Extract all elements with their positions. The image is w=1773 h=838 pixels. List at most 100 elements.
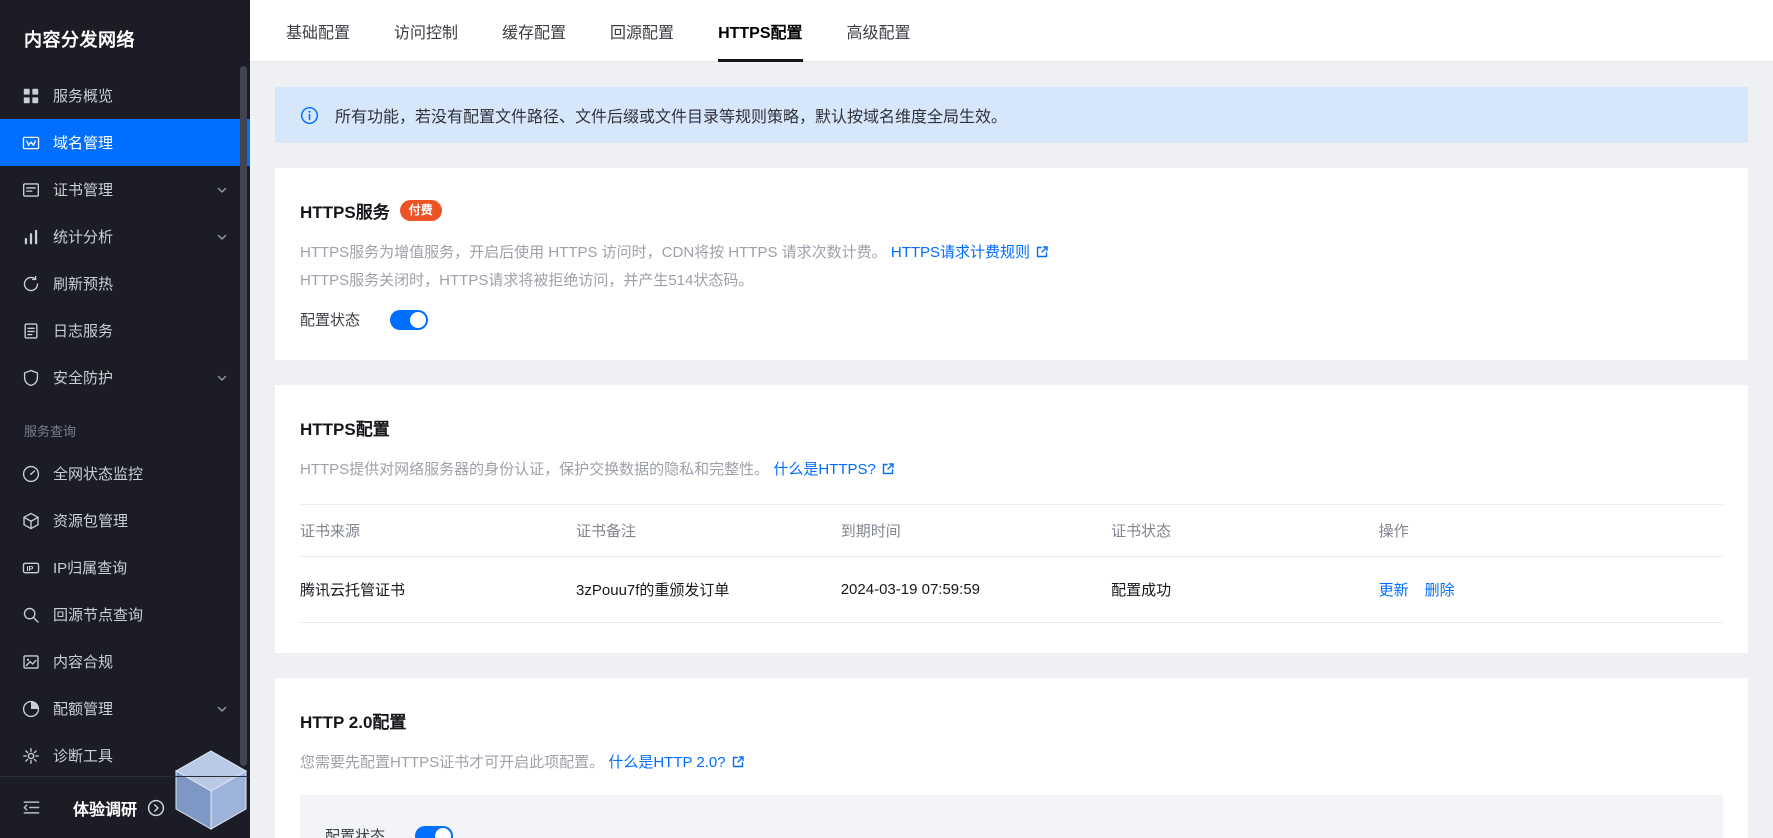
main-area: 基础配置 访问控制 缓存配置 回源配置 HTTPS配置 高级配置 所有功能，若没… <box>250 0 1773 838</box>
chevron-down-icon <box>216 231 228 243</box>
sidebar-item-resource-package[interactable]: 资源包管理 <box>0 497 250 544</box>
https-config-description: HTTPS提供对网络服务器的身份认证，保护交换数据的隐私和完整性。 什么是HTT… <box>300 457 1723 482</box>
tab-access-control[interactable]: 访问控制 <box>372 0 480 61</box>
cell-cert-remark: 3zPouu7f的重颁发订单 <box>576 557 841 623</box>
http2-status-panel: 配置状态 <box>300 795 1723 838</box>
sidebar-item-label: 域名管理 <box>53 132 113 153</box>
product-title: 内容分发网络 <box>0 0 250 72</box>
external-link-icon <box>1035 245 1049 259</box>
sidebar-item-label: 配额管理 <box>53 698 113 719</box>
cube-icon <box>22 512 40 530</box>
sidebar-item-network-status[interactable]: 全网状态监控 <box>0 450 250 497</box>
collapse-sidebar-icon[interactable] <box>22 798 41 817</box>
document-icon <box>22 322 40 340</box>
circle-arrow-icon <box>147 799 165 817</box>
sidebar-item-quota-management[interactable]: 配额管理 <box>0 685 250 732</box>
sidebar-nav: 服务概览 域名管理 证书管理 <box>0 72 250 779</box>
sidebar-item-diagnostic-tools[interactable]: 诊断工具 <box>0 732 250 779</box>
certificate-table: 证书来源 证书备注 到期时间 证书状态 操作 腾讯云托管证书 3zPouu7f的… <box>300 504 1723 623</box>
ip-icon: IP <box>22 559 40 577</box>
card-title: HTTPS服务 <box>300 198 390 223</box>
domain-icon <box>22 134 40 152</box>
sidebar-item-label: 日志服务 <box>53 320 113 341</box>
tab-basic-config[interactable]: 基础配置 <box>264 0 372 61</box>
table-header-cert-source: 证书来源 <box>300 505 576 557</box>
https-config-card: HTTPS配置 HTTPS提供对网络服务器的身份认证，保护交换数据的隐私和完整性… <box>275 385 1748 653</box>
sidebar-item-statistics[interactable]: 统计分析 <box>0 213 250 260</box>
table-header-expire-time: 到期时间 <box>841 505 1111 557</box>
desc-text: HTTPS服务为增值服务，开启后使用 HTTPS 访问时，CDN将按 HTTPS… <box>300 244 887 261</box>
sidebar-item-log-service[interactable]: 日志服务 <box>0 307 250 354</box>
update-link[interactable]: 更新 <box>1379 579 1409 600</box>
pie-chart-icon <box>22 700 40 718</box>
table-header-row: 证书来源 证书备注 到期时间 证书状态 操作 <box>300 505 1723 557</box>
sidebar-item-label: 刷新预热 <box>53 273 113 294</box>
grid-icon <box>22 87 40 105</box>
sidebar-item-label: 统计分析 <box>53 226 113 247</box>
sidebar-item-label: 安全防护 <box>53 367 113 388</box>
paid-badge: 付费 <box>400 200 442 221</box>
sidebar-item-certificate-management[interactable]: 证书管理 <box>0 166 250 213</box>
service-description-line1: HTTPS服务为增值服务，开启后使用 HTTPS 访问时，CDN将按 HTTPS… <box>300 240 1723 265</box>
tab-origin-config[interactable]: 回源配置 <box>588 0 696 61</box>
certificate-icon <box>22 181 40 199</box>
tab-advanced-config[interactable]: 高级配置 <box>825 0 933 61</box>
tab-label: HTTPS配置 <box>718 19 802 43</box>
delete-link[interactable]: 删除 <box>1425 579 1455 600</box>
svg-text:IP: IP <box>27 564 34 573</box>
sidebar-item-domain-management[interactable]: 域名管理 <box>0 119 250 166</box>
billing-rules-link[interactable]: HTTPS请求计费规则 <box>891 244 1030 261</box>
tab-https-config[interactable]: HTTPS配置 <box>696 0 824 61</box>
what-is-https-link[interactable]: 什么是HTTPS? <box>773 461 876 478</box>
gear-icon <box>22 747 40 765</box>
service-description-line2: HTTPS服务关闭时，HTTPS请求将被拒绝访问，并产生514状态码。 <box>300 268 1723 293</box>
http2-description: 您需要先配置HTTPS证书才可开启此项配置。 什么是HTTP 2.0? <box>300 750 1723 775</box>
magnifier-icon <box>22 606 40 624</box>
config-tabbar: 基础配置 访问控制 缓存配置 回源配置 HTTPS配置 高级配置 <box>250 0 1773 62</box>
tab-label: 缓存配置 <box>502 19 566 43</box>
https-service-toggle[interactable] <box>390 310 428 330</box>
sidebar-item-origin-node-lookup[interactable]: 回源节点查询 <box>0 591 250 638</box>
sidebar-item-content-compliance[interactable]: 内容合规 <box>0 638 250 685</box>
sidebar-item-label: 服务概览 <box>53 85 113 106</box>
chevron-down-icon <box>216 703 228 715</box>
status-label: 配置状态 <box>325 825 385 838</box>
desc-text: HTTPS提供对网络服务器的身份认证，保护交换数据的隐私和完整性。 <box>300 461 769 478</box>
sidebar-item-label: 证书管理 <box>53 179 113 200</box>
info-banner: 所有功能，若没有配置文件路径、文件后缀或文件目录等规则策略，默认按域名维度全局生… <box>275 87 1748 143</box>
cell-cert-status: 配置成功 <box>1111 557 1379 623</box>
tab-cache-config[interactable]: 缓存配置 <box>480 0 588 61</box>
desc-text: 您需要先配置HTTPS证书才可开启此项配置。 <box>300 754 604 771</box>
tab-label: 访问控制 <box>394 19 458 43</box>
sidebar-scrollbar[interactable] <box>240 66 247 766</box>
http2-config-card: HTTP 2.0配置 您需要先配置HTTPS证书才可开启此项配置。 什么是HTT… <box>275 678 1748 838</box>
http2-toggle[interactable] <box>415 826 453 838</box>
https-service-card: HTTPS服务 付费 HTTPS服务为增值服务，开启后使用 HTTPS 访问时，… <box>275 168 1748 360</box>
survey-button[interactable]: 体验调研 <box>73 796 165 820</box>
sidebar-item-label: 全网状态监控 <box>53 463 143 484</box>
external-link-icon <box>881 462 895 476</box>
content-area: 所有功能，若没有配置文件路径、文件后缀或文件目录等规则策略，默认按域名维度全局生… <box>250 62 1773 838</box>
sidebar-section-label: 服务查询 <box>0 401 250 450</box>
status-label: 配置状态 <box>300 309 360 330</box>
sidebar-item-ip-lookup[interactable]: IP IP归属查询 <box>0 544 250 591</box>
tab-label: 基础配置 <box>286 19 350 43</box>
sidebar-item-purge-prefetch[interactable]: 刷新预热 <box>0 260 250 307</box>
what-is-http2-link[interactable]: 什么是HTTP 2.0? <box>608 754 725 771</box>
sidebar-footer: 体验调研 <box>0 776 250 838</box>
sidebar-item-label: IP归属查询 <box>53 557 127 578</box>
table-header-actions: 操作 <box>1379 505 1723 557</box>
sidebar-item-label: 资源包管理 <box>53 510 128 531</box>
image-icon <box>22 653 40 671</box>
tab-label: 回源配置 <box>610 19 674 43</box>
survey-label: 体验调研 <box>73 796 137 820</box>
bar-chart-icon <box>22 228 40 246</box>
cell-cert-source: 腾讯云托管证书 <box>300 557 576 623</box>
sidebar-item-label: 回源节点查询 <box>53 604 143 625</box>
refresh-icon <box>22 275 40 293</box>
sidebar-item-service-overview[interactable]: 服务概览 <box>0 72 250 119</box>
sidebar: 内容分发网络 服务概览 域名管理 证书管理 <box>0 0 250 838</box>
info-icon <box>300 106 319 125</box>
sidebar-item-security[interactable]: 安全防护 <box>0 354 250 401</box>
external-link-icon <box>731 755 745 769</box>
